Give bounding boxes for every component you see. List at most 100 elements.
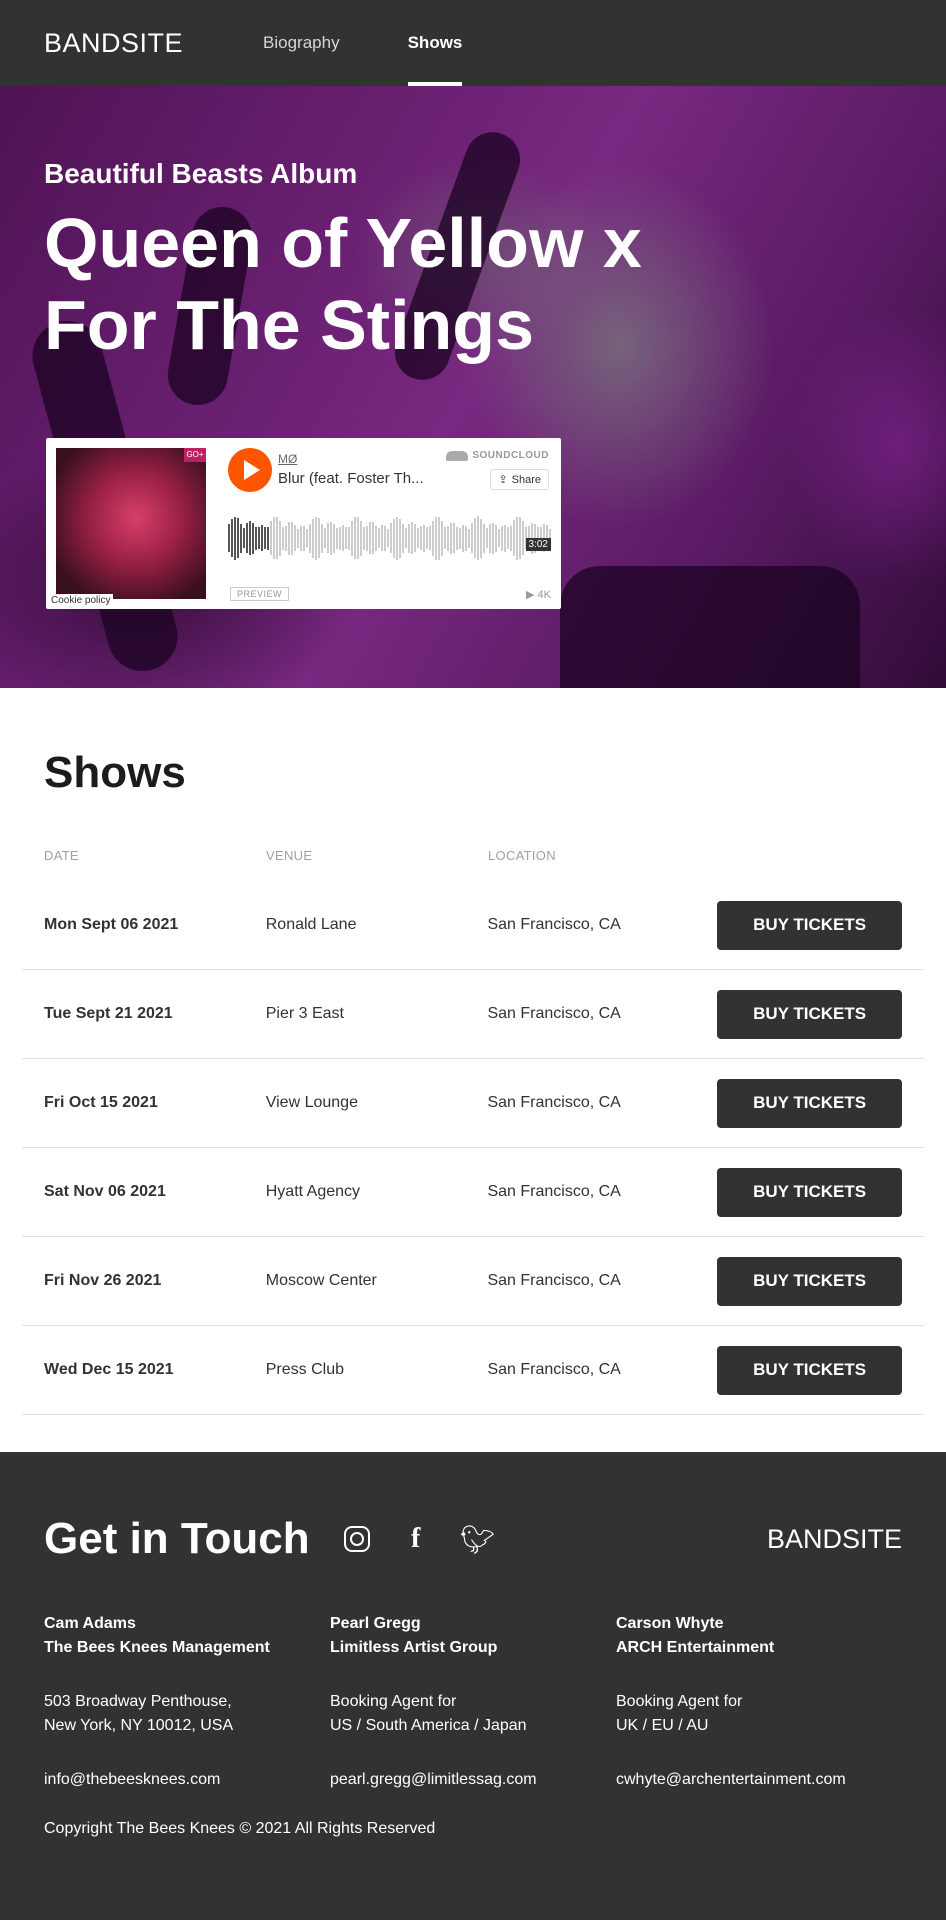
waveform-bar	[282, 526, 284, 550]
waveform-bar	[411, 522, 413, 554]
show-row[interactable]: Fri Oct 15 2021 View Lounge San Francisco,…	[22, 1059, 924, 1148]
buy-tickets-button[interactable]: BUY TICKETS	[717, 1167, 902, 1217]
contact-card: Carson Whyte ARCH Entertainment Booking Ag…	[616, 1612, 902, 1792]
nav-biography[interactable]: Biography	[263, 0, 340, 86]
contact-line-2: US / South America / Japan	[330, 1717, 527, 1734]
soundcloud-player[interactable]: GO+ Cookie policy MØ Blur (feat. Foster …	[46, 438, 561, 609]
show-date: Sat Nov 06 2021	[44, 1183, 166, 1200]
waveform-bar	[462, 524, 464, 552]
waveform-bar	[519, 517, 521, 559]
waveform-bar	[513, 520, 515, 556]
show-row[interactable]: Fri Nov 26 2021 Moscow Center San Francisc…	[22, 1237, 924, 1326]
waveform-bar	[492, 522, 494, 554]
track-title[interactable]: Blur (feat. Foster Th...	[278, 470, 424, 487]
waveform-bar	[474, 518, 476, 558]
buy-tickets-button[interactable]: BUY TICKETS	[717, 1078, 902, 1128]
waveform-bar	[306, 529, 308, 547]
show-location: San Francisco, CA	[487, 1361, 621, 1378]
album-art[interactable]: GO+	[56, 448, 206, 599]
soundcloud-logo[interactable]: SOUNDCLOUD	[446, 450, 549, 461]
show-venue: Hyatt Agency	[265, 1183, 361, 1200]
waveform-bar	[258, 527, 260, 549]
hero-subtitle: Beautiful Beasts Album	[44, 158, 358, 189]
waveform-bar	[489, 523, 491, 553]
waveform-bar	[417, 528, 419, 548]
waveform-bar	[369, 522, 371, 554]
waveform-bar	[264, 527, 266, 549]
track-duration: 3:02	[525, 538, 551, 551]
show-row[interactable]: Sat Nov 06 2021 Hyatt Agency San Francisco…	[22, 1148, 924, 1237]
waveform-bar	[453, 523, 455, 553]
waveform-bar	[339, 526, 341, 550]
waveform-bar	[459, 527, 461, 549]
show-row[interactable]: Tue Sept 21 2021 Pier 3 East San Francisco…	[22, 970, 924, 1059]
contact-list: Cam Adams The Bees Knees Management 503 Br…	[44, 1612, 902, 1792]
copyright: Copyright The Bees Knees © 2021 All Righ…	[44, 1820, 436, 1837]
waveform-bar	[300, 525, 302, 551]
waveform-bar	[486, 528, 488, 548]
show-date: Wed Dec 15 2021	[44, 1361, 174, 1378]
buy-tickets-button[interactable]: BUY TICKETS	[717, 989, 902, 1039]
play-count: ▶ 4K	[526, 588, 551, 601]
waveform[interactable]	[228, 508, 552, 568]
waveform-bar	[273, 517, 275, 559]
shows-table: Mon Sept 06 2021 Ronald Lane San Francisco…	[22, 881, 924, 1415]
buy-tickets-button[interactable]: BUY TICKETS	[717, 1256, 902, 1306]
contact-email[interactable]: cwhyte@archentertainment.com	[616, 1768, 902, 1792]
buy-tickets-button[interactable]: BUY TICKETS	[717, 900, 902, 950]
contact-line-1: Booking Agent for	[616, 1693, 743, 1710]
waveform-bar	[402, 523, 404, 553]
waveform-bar	[444, 527, 446, 549]
waveform-bar	[333, 523, 335, 553]
waveform-bar	[327, 523, 329, 553]
footer-logo[interactable]: BANDSITE	[767, 1524, 902, 1555]
waveform-bar	[288, 521, 290, 555]
share-button[interactable]: ⇪ Share	[490, 469, 549, 490]
waveform-bar	[471, 523, 473, 553]
waveform-bar	[510, 525, 512, 551]
waveform-bar	[243, 528, 245, 548]
waveform-bar	[477, 516, 479, 560]
waveform-bar	[372, 522, 374, 554]
instagram-icon[interactable]	[343, 1526, 370, 1552]
waveform-bar	[441, 520, 443, 556]
waveform-bar	[420, 526, 422, 550]
site-logo[interactable]: BANDSITE	[44, 28, 183, 59]
hero-title: Queen of Yellow x For The Stings	[44, 204, 642, 364]
facebook-icon[interactable]: f	[400, 1523, 432, 1555]
cookie-policy-link[interactable]: Cookie policy	[48, 594, 114, 607]
contact-email[interactable]: info@thebeesknees.com	[44, 1768, 330, 1792]
share-icon: ⇪	[498, 474, 508, 486]
site-header: BANDSITE Biography Shows	[0, 0, 946, 86]
waveform-bar	[303, 525, 305, 551]
contact-line-1: 503 Broadway Penthouse,	[44, 1693, 232, 1710]
waveform-bar	[468, 528, 470, 548]
waveform-bar	[522, 521, 524, 555]
waveform-bar	[408, 523, 410, 553]
contact-email[interactable]: pearl.gregg@limitlessag.com	[330, 1768, 616, 1792]
soundcloud-label: SOUNDCLOUD	[472, 450, 549, 461]
waveform-bar	[249, 521, 251, 555]
hero-section: Beautiful Beasts Album Queen of Yellow x…	[0, 86, 946, 688]
waveform-bar	[393, 518, 395, 558]
waveform-bar	[504, 524, 506, 552]
show-row[interactable]: Wed Dec 15 2021 Press Club San Francisco, …	[22, 1326, 924, 1415]
twitter-icon[interactable]: 🐦︎	[460, 1523, 496, 1555]
contact-company: ARCH Entertainment	[616, 1639, 775, 1656]
contact-company: The Bees Knees Management	[44, 1639, 270, 1656]
waveform-bar	[387, 529, 389, 547]
waveform-bar	[231, 519, 233, 557]
contact-card: Cam Adams The Bees Knees Management 503 Br…	[44, 1612, 330, 1792]
contact-name: Carson Whyte	[616, 1615, 724, 1632]
show-row[interactable]: Mon Sept 06 2021 Ronald Lane San Francisco…	[22, 881, 924, 970]
waveform-bar	[495, 524, 497, 552]
waveform-bar	[435, 516, 437, 560]
site-footer: Get in Touch f 🐦︎ BANDSITE Cam Adams The …	[0, 1452, 946, 1920]
buy-tickets-button[interactable]: BUY TICKETS	[717, 1345, 902, 1395]
soundcloud-icon	[446, 450, 469, 461]
play-button[interactable]	[228, 448, 272, 492]
waveform-bar	[270, 521, 272, 555]
social-links: f 🐦︎	[343, 1523, 496, 1555]
artist-link[interactable]: MØ	[278, 452, 297, 466]
nav-shows[interactable]: Shows	[407, 0, 462, 86]
